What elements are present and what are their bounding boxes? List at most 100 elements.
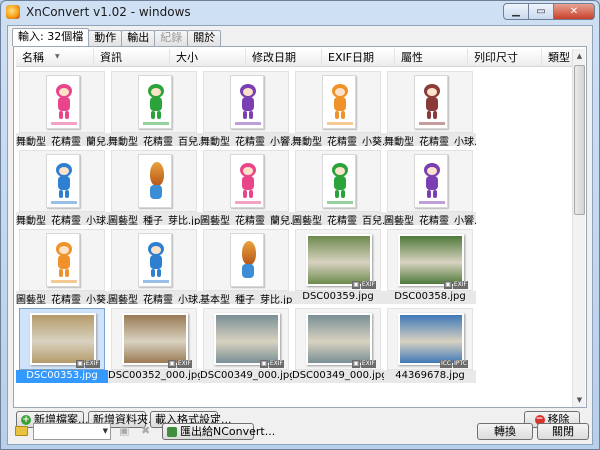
column-print-size[interactable]: 列印尺寸 — [468, 49, 542, 67]
close-window-button[interactable]: ✕ — [553, 3, 595, 20]
mascot-image — [230, 75, 264, 129]
column-size[interactable]: 大小 — [170, 49, 246, 67]
title-bar[interactable]: XnConvert v1.02 - windows ▁ ▭ ✕ — [1, 1, 599, 23]
scroll-down-icon[interactable]: ▼ — [573, 393, 586, 407]
file-name: 圖藝型_種子_芽比.jpg — [108, 212, 200, 225]
column-exif-date[interactable]: EXIF日期 — [322, 49, 395, 67]
metadata-badge: ▣ EXIF — [259, 360, 284, 368]
thumbnail-image: ICC IPTC — [387, 308, 473, 370]
column-type[interactable]: 類型 — [542, 49, 574, 67]
column-name[interactable]: 名稱 ▼ — [16, 49, 94, 67]
mascot-image — [414, 154, 448, 208]
column-modified-date[interactable]: 修改日期 — [246, 49, 322, 67]
photo-image — [214, 313, 280, 365]
file-thumbnail[interactable]: ▣ EXIF DSC00358.jpg — [384, 227, 476, 304]
file-name: 舞動型_花精靈_蘭兒... — [16, 133, 108, 146]
file-thumbnail[interactable]: 圖藝型_種子_芽比.jpg — [108, 148, 200, 225]
photo-image — [306, 234, 372, 286]
mascot-image — [46, 75, 80, 129]
file-thumbnail[interactable]: 基本型_種子_芽比.jpg — [200, 227, 292, 304]
scrollbar-thumb[interactable] — [574, 65, 585, 215]
metadata-badge: ICC IPTC — [439, 360, 468, 368]
mascot-image — [46, 233, 80, 287]
column-attributes[interactable]: 屬性 — [395, 49, 468, 67]
seed-mascot-image — [138, 154, 172, 208]
file-thumbnail[interactable]: ICC IPTC 44369678.jpg — [384, 306, 476, 383]
thumbnail-image: ▣ EXIF — [203, 308, 289, 370]
metadata-tag: ▣ — [352, 281, 360, 289]
file-thumbnail[interactable]: 舞動型_花精靈_百兒... — [108, 69, 200, 146]
convert-button[interactable]: 轉換 — [477, 423, 533, 440]
file-thumbnail[interactable]: 舞動型_花精靈_小葵... — [292, 69, 384, 146]
thumbnail-image — [111, 71, 197, 133]
file-name: 舞動型_花精靈_百兒... — [108, 133, 200, 146]
thumbnail-image — [111, 150, 197, 212]
file-name: DSC00359.jpg — [292, 291, 384, 304]
photo-image — [122, 313, 188, 365]
metadata-tag: EXIF — [360, 281, 376, 289]
file-thumbnail[interactable]: 舞動型_花精靈_小響... — [200, 69, 292, 146]
file-thumbnail[interactable]: ▣EXIF DSC00349_000.jpg_o... — [200, 306, 292, 383]
file-thumbnail[interactable]: 圖藝型_花精靈_百兒... — [292, 148, 384, 225]
tab-actions[interactable]: 動作 — [88, 30, 123, 46]
file-thumbnail[interactable]: 舞動型_花精靈_小球... — [16, 148, 108, 225]
mascot-image — [414, 75, 448, 129]
metadata-tag: EXIF — [176, 360, 192, 368]
file-thumbnail[interactable]: 圖藝型_花精靈_蘭兒... — [200, 148, 292, 225]
folder-icon[interactable] — [15, 426, 28, 436]
file-thumbnail[interactable]: 圖藝型_花精靈_小球... — [108, 227, 200, 304]
mascot-image — [230, 154, 264, 208]
close-button[interactable]: 關閉 — [537, 423, 589, 440]
file-name: DSC00358.jpg — [384, 291, 476, 304]
thumbnail-image — [19, 71, 105, 133]
file-name: 舞動型_花精靈_小葵... — [292, 133, 384, 146]
file-thumbnail[interactable]: ▣ EXIF DSC00349_000.jpg — [292, 306, 384, 383]
save-icon: ▣ — [119, 424, 130, 437]
thumbnail-image — [203, 229, 289, 291]
file-thumbnail[interactable]: ▣ EXIF DSC00359.jpg — [292, 227, 384, 304]
export-label: 匯出給NConvert... — [180, 425, 276, 438]
metadata-tag: IPTC — [453, 360, 468, 368]
vertical-scrollbar[interactable]: ▲ ▼ — [572, 49, 585, 407]
scroll-up-icon[interactable]: ▲ — [573, 49, 586, 63]
maximize-button[interactable]: ▭ — [528, 3, 554, 20]
photo-image — [398, 313, 464, 365]
delete-icon: ✖ — [141, 424, 151, 437]
export-icon — [167, 427, 177, 437]
thumbnail-image: ▣ EXIF — [295, 229, 381, 291]
thumbnail-grid: 舞動型_花精靈_蘭兒... 舞動型_花精靈_百兒... 舞動型_花精靈_小響... 舞… — [16, 69, 574, 407]
minimize-button[interactable]: ▁ — [503, 3, 529, 20]
thumbnail-image — [19, 229, 105, 291]
metadata-badge: ▣ EXIF — [351, 360, 376, 368]
file-thumbnail[interactable]: 圖藝型_花精靈_小葵... — [16, 227, 108, 304]
column-info[interactable]: 資訊 — [94, 49, 170, 67]
sort-arrow-icon: ▼ — [55, 53, 60, 60]
metadata-tag: EXIF — [84, 360, 100, 368]
thumbnail-image: ▣ EXIF — [19, 308, 105, 370]
file-thumbnail[interactable]: 舞動型_花精靈_蘭兒... — [16, 69, 108, 146]
file-thumbnail[interactable]: ▣ EXIF DSC00352_000.jpg — [108, 306, 200, 383]
mascot-image — [138, 233, 172, 287]
input-file-panel: 名稱 ▼ 資訊 大小 修改日期 EXIF日期 屬性 列印尺寸 類型 舞動型_花精… — [13, 46, 587, 408]
metadata-tag: EXIF — [452, 281, 468, 289]
metadata-tag: ▣ — [168, 360, 176, 368]
export-nconvert-button[interactable]: 匯出給NConvert... — [162, 423, 275, 440]
file-name: 舞動型_花精靈_小響... — [200, 133, 292, 146]
preset-dropdown[interactable]: ▼ — [33, 423, 111, 440]
thumbnail-image — [295, 71, 381, 133]
tab-about[interactable]: 關於 — [187, 30, 222, 46]
photo-image — [306, 313, 372, 365]
chevron-down-icon[interactable]: ▼ — [103, 427, 108, 435]
file-name: 44369678.jpg — [384, 370, 476, 383]
photo-image — [398, 234, 464, 286]
tab-output[interactable]: 輸出 — [121, 30, 156, 46]
file-thumbnail[interactable]: 舞動型_花精靈_小球... — [384, 69, 476, 146]
file-thumbnail[interactable]: ▣ EXIF DSC00353.jpg — [16, 306, 108, 383]
app-icon[interactable] — [6, 5, 20, 19]
metadata-tag: EXIF — [360, 360, 376, 368]
file-name: DSC00352_000.jpg — [108, 370, 200, 383]
metadata-tag: ▣ — [76, 360, 84, 368]
tab-input[interactable]: 輸入: 32個檔 — [12, 28, 90, 46]
metadata-tag: ▣ — [260, 360, 268, 368]
file-thumbnail[interactable]: 圖藝型_花精靈_小響... — [384, 148, 476, 225]
